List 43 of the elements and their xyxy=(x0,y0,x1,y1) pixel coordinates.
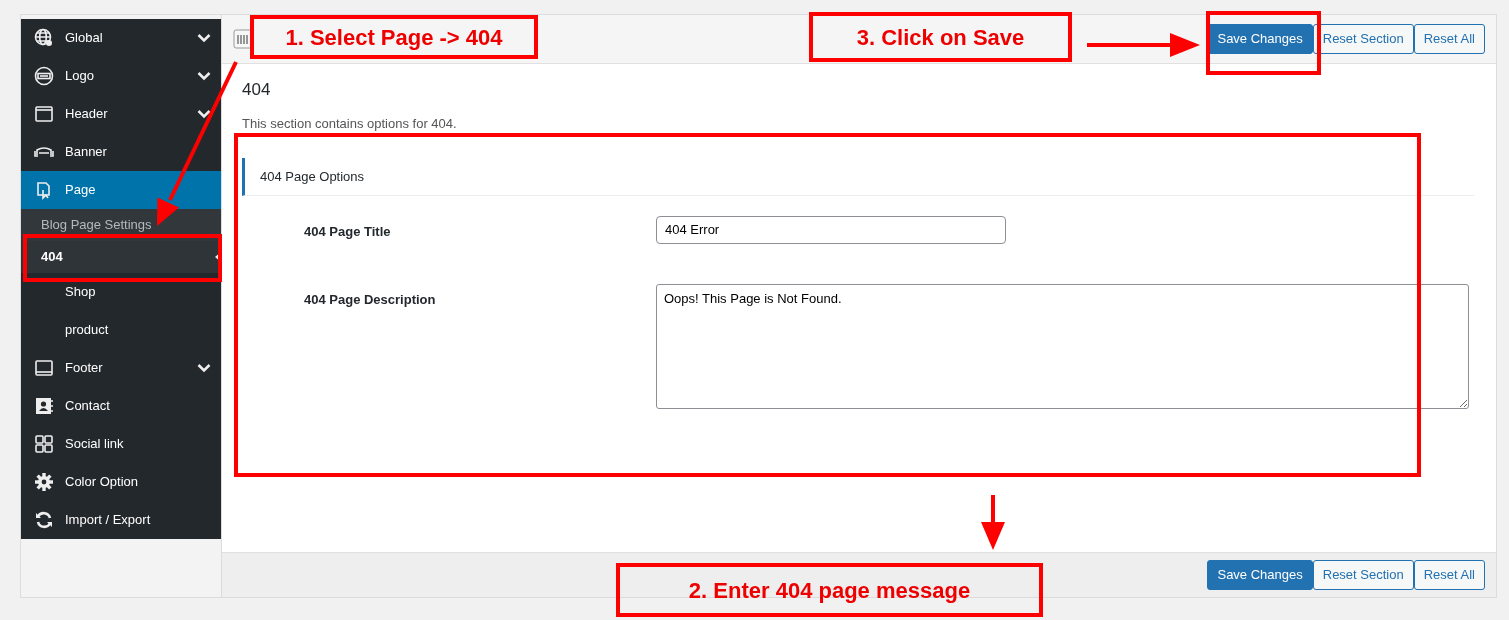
window-icon xyxy=(34,104,54,124)
panel-icon xyxy=(34,358,54,378)
reset-button[interactable]: Reset All xyxy=(1413,560,1485,590)
sidebar-item[interactable]: Header xyxy=(21,95,221,133)
globe-icon xyxy=(34,28,54,48)
grid-icon xyxy=(34,434,54,454)
sidebar-item[interactable]: Footer xyxy=(21,349,221,387)
layout-icon[interactable] xyxy=(233,29,253,49)
sidebar-item[interactable]: Page xyxy=(21,171,221,209)
reset-button[interactable]: Reset Section xyxy=(1312,560,1414,590)
section-description: This section contains options for 404. xyxy=(242,115,458,134)
field-label: 404 Page Title xyxy=(304,222,392,241)
sidebar-item[interactable]: Logo xyxy=(21,57,221,95)
sidebar-item[interactable]: Contact xyxy=(21,387,221,425)
callout-label: 2. Enter 404 page message xyxy=(616,563,1043,617)
field-label: 404 Page Description xyxy=(304,290,437,309)
group-heading: 404 Page Options xyxy=(242,157,1474,196)
callout-label: 1. Select Page -> 404 xyxy=(250,15,538,59)
contact-card-icon xyxy=(34,396,54,416)
reset-button[interactable]: Reset All xyxy=(1413,24,1485,54)
chevron-down-icon xyxy=(197,33,211,43)
section-title: 404 xyxy=(242,80,272,101)
sidebar-item[interactable]: Social link xyxy=(21,425,221,463)
input-field[interactable]: 404 Error xyxy=(656,215,1006,244)
save-button[interactable]: Save Changes xyxy=(1207,560,1313,590)
chevron-down-icon xyxy=(197,109,211,119)
chevron-down-icon xyxy=(197,363,211,373)
save-button[interactable]: Save Changes xyxy=(1207,24,1313,54)
textarea-field[interactable]: Oops! This Page is Not Found. xyxy=(656,283,1469,409)
sidebar-item[interactable]: Global xyxy=(21,19,221,57)
callout-label: 3. Click on Save xyxy=(809,12,1072,62)
reset-button[interactable]: Reset Section xyxy=(1312,24,1414,54)
sidebar-item[interactable]: Import / Export xyxy=(21,501,221,539)
sidebar-item[interactable]: Shop xyxy=(21,273,221,311)
sidebar-item[interactable]: Color Option xyxy=(21,463,221,501)
gear-icon xyxy=(34,472,54,492)
submenu-item[interactable]: Blog Page Settings xyxy=(21,209,221,241)
sidebar-item[interactable]: product xyxy=(21,311,221,349)
refresh-icon xyxy=(34,510,54,530)
sidebar-item[interactable]: Banner xyxy=(21,133,221,171)
arrow xyxy=(981,495,1005,550)
keyboard-icon xyxy=(34,66,54,86)
chevron-down-icon xyxy=(197,71,211,81)
